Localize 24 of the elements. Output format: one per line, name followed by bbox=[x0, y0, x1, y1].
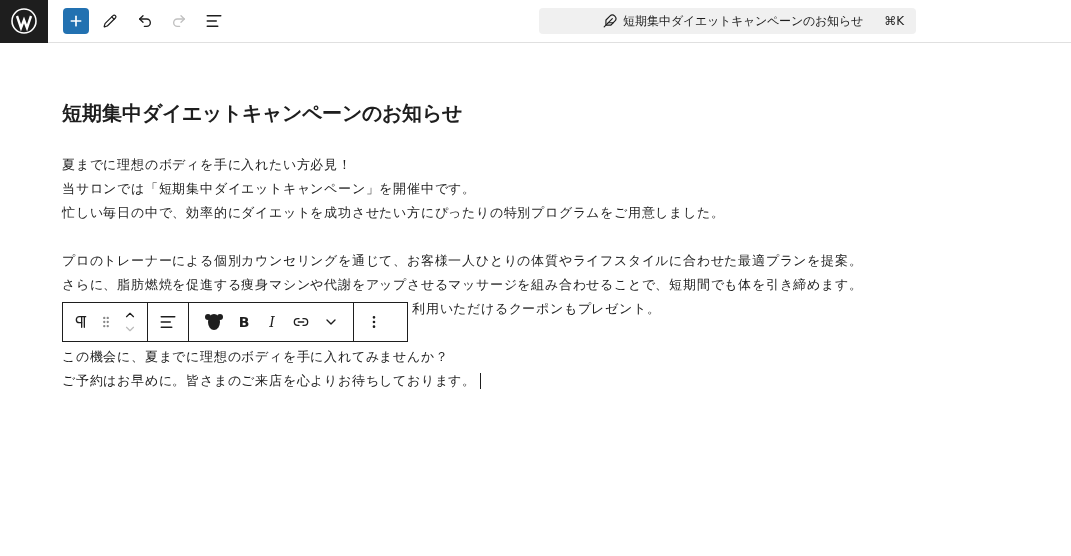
bold-button[interactable]: B bbox=[237, 311, 251, 333]
plus-icon bbox=[68, 13, 84, 29]
paragraph-line: さらに、脂肪燃焼を促進する痩身マシンや代謝をアップさせるマッサージを組み合わせることで、短期間でも体を引き締めます。 bbox=[62, 276, 863, 295]
undo-icon[interactable] bbox=[137, 13, 153, 29]
post-title: 短期集中ダイエットキャンペーンのお知らせ bbox=[62, 100, 463, 127]
paragraph-icon[interactable] bbox=[73, 314, 89, 330]
add-block-button[interactable] bbox=[63, 8, 89, 34]
paragraph-line: プロのトレーナーによる個別カウンセリングを通じて、お客様一人ひとりの体質やライフスタイルに合わせた最適プランを提案。 bbox=[62, 252, 863, 271]
shortcut-hint: ⌘K bbox=[884, 13, 904, 30]
pencil-icon[interactable] bbox=[103, 14, 117, 28]
italic-button[interactable]: I bbox=[265, 311, 279, 333]
feather-icon bbox=[603, 14, 617, 28]
paragraph-line: この機会に、夏までに理想のボディを手に入れてみませんか？ bbox=[62, 348, 449, 367]
paragraph-line: 忙しい毎日の中で、効率的にダイエットを成功させたい方にぴったりの特別プログラムをご用意しました。 bbox=[62, 204, 725, 223]
command-bar[interactable]: 短期集中ダイエットキャンペーンのお知らせ ⌘K bbox=[539, 8, 916, 34]
monkey-icon[interactable] bbox=[205, 312, 223, 332]
wordpress-logo[interactable] bbox=[0, 0, 48, 43]
list-view-icon[interactable] bbox=[205, 12, 223, 30]
paragraph-line: 当サロンでは「短期集中ダイエットキャンペーン」を開催中です。 bbox=[62, 180, 476, 199]
paragraph-line: ご予約はお早めに。皆さまのご来店を心よりお待ちしております。 bbox=[62, 372, 476, 391]
align-icon[interactable] bbox=[159, 313, 177, 331]
paragraph-line: 夏までに理想のボディを手に入れたい方必見！ bbox=[62, 156, 352, 175]
document-title: 短期集中ダイエットキャンペーンのお知らせ bbox=[623, 13, 863, 30]
paragraph-line: 利用いただけるクーポンもプレゼント。 bbox=[412, 300, 661, 319]
